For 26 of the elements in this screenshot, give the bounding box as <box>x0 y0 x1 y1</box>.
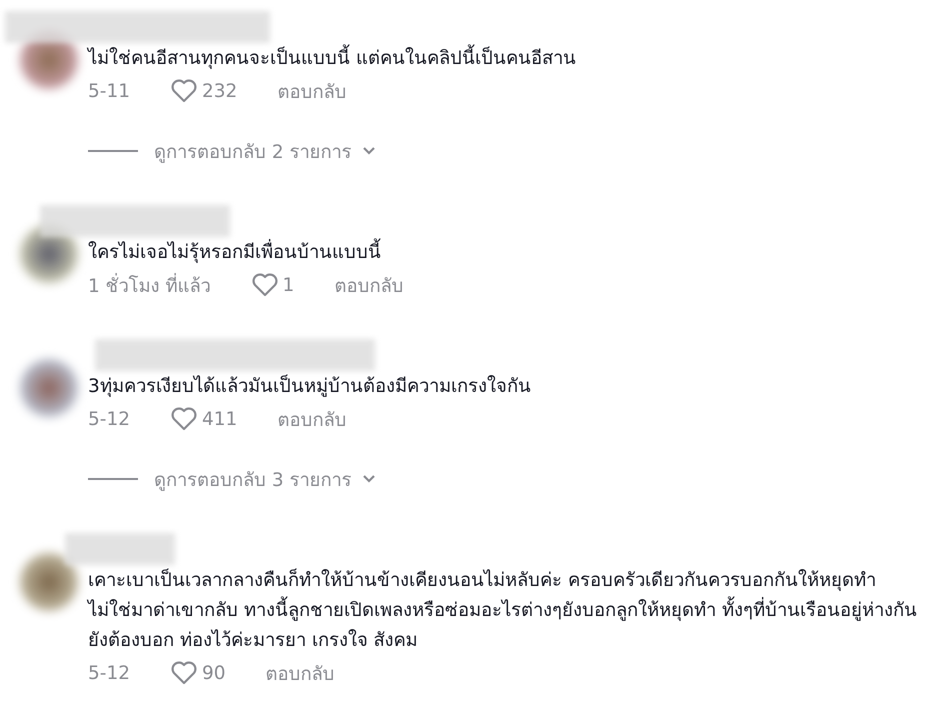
chevron-down-icon <box>362 474 376 484</box>
like-count: 1 <box>282 274 294 296</box>
comment-text: ไม่ใช่คนอีสานทุกคนจะเป็นแบบนี้ แต่คนในคลิปนี้เป็นคนอีสาน <box>88 44 920 74</box>
reply-link[interactable]: ตอบกลับ <box>277 404 346 434</box>
comment-text: เคาะเบาเป็นเวลากลางคืนก็ทำให้บ้านข้างเคียงนอนไม่หลับค่ะ ครอบครัวเดียวกันควรบอกกันให้หยุดทำ ไม่ใช่มาด่าเขากลับ ทางนี้ลูกชายเปิดเพลงหรือซ่อมอะไรต่างๆยังบอกลูกให้หยุดทำ ทั้งๆที่บ้านเรือนอยู่ห่างกันยังต้องบอก ท่องไว้ค่ะมารยา เกรงใจ สังคม <box>88 568 918 653</box>
comment-text: ใครไม่เจอไม่รุ้หรอกมีเพื่อนบ้านแบบนี้ <box>88 238 920 268</box>
reply-link[interactable]: ตอบกลับ <box>277 76 346 106</box>
reply-link[interactable]: ตอบกลับ <box>334 270 404 300</box>
comment-text: 3ทุ่มควรเงียบได้แล้วมันเป็นหมู่บ้านต้องมีความเกรงใจกัน <box>88 374 532 399</box>
heart-icon[interactable] <box>170 406 198 432</box>
view-replies-button[interactable]: ดูการตอบกลับ 2 รายการ <box>154 136 376 166</box>
chevron-down-icon <box>362 146 376 156</box>
avatar <box>20 359 78 417</box>
heart-icon[interactable] <box>250 272 279 298</box>
comment-time: 5-12 <box>88 662 130 684</box>
heart-icon[interactable] <box>170 78 198 104</box>
comment-time: 1 ชั่วโมง ที่แล้ว <box>88 270 211 300</box>
heart-icon[interactable] <box>170 660 198 686</box>
avatar <box>20 553 78 611</box>
reply-link[interactable]: ตอบกลับ <box>266 658 335 688</box>
comment-time: 5-11 <box>88 80 130 102</box>
like-count: 90 <box>202 662 226 684</box>
comment-time: 5-12 <box>88 408 130 430</box>
like-count: 232 <box>202 80 238 102</box>
like-count: 411 <box>202 408 238 430</box>
view-replies-button[interactable]: ดูการตอบกลับ 3 รายการ <box>154 464 376 494</box>
